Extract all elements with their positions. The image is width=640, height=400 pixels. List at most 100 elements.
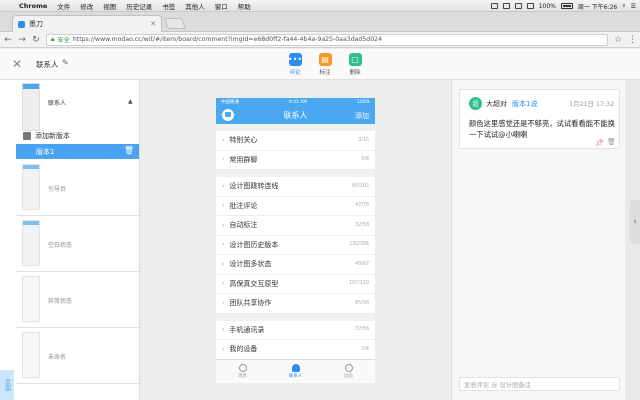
- contact-group: › 特别关心 3/15 › 常用群聊 0/8: [216, 131, 375, 170]
- page-label: 空白状态: [48, 242, 73, 249]
- comment-author: 大超对: [486, 100, 507, 108]
- chevron-right-icon: ›: [222, 345, 225, 353]
- contact-group: › 设计图跳转连线 65/102 › 批注评论 47/76 › 自动标注 32/…: [216, 177, 375, 314]
- new-tab-button[interactable]: [163, 18, 187, 29]
- group-count: 0/8: [361, 157, 369, 163]
- forward-arrow-icon[interactable]: →: [18, 35, 26, 45]
- chevron-right-icon[interactable]: ›: [630, 200, 640, 244]
- contact-group-row: › 批注评论 47/76: [216, 197, 375, 216]
- group-count: 32/58: [355, 222, 369, 228]
- tool-comment[interactable]: ••• 评论: [282, 53, 308, 76]
- phone-add-button: 添加: [355, 112, 369, 120]
- pages-side-tab[interactable]: 页面: [0, 370, 14, 400]
- page-list-item[interactable]: 异常状态: [16, 272, 139, 328]
- close-tab-icon[interactable]: ✕: [150, 20, 156, 28]
- trash-icon[interactable]: 🗑︎: [124, 146, 134, 155]
- volume-icon[interactable]: [526, 3, 534, 9]
- pin-icon[interactable]: 📌︎: [595, 139, 604, 147]
- comment-text: 颜色这里感觉还是不够亮，试试看看能不能换一下试试@小喇喇: [469, 119, 615, 139]
- page-list-item[interactable]: 空白状态: [16, 216, 139, 272]
- phone-tab-moments: 动态: [322, 360, 375, 383]
- star-icon: [344, 364, 353, 372]
- contact-group-row: › 设计图跳转连线 65/102: [216, 177, 375, 197]
- chevron-right-icon: ›: [222, 280, 225, 288]
- edit-icon[interactable]: ✎: [62, 58, 69, 67]
- page-list-item[interactable]: 未命名: [16, 328, 139, 384]
- chevron-right-icon: ›: [222, 326, 225, 334]
- battery-percent: 100%: [538, 2, 556, 10]
- menu-item[interactable]: 文件: [52, 1, 75, 11]
- group-label: 设计图历史版本: [229, 240, 279, 249]
- phone-tab-bar: 消息 联系人 动态: [216, 359, 375, 383]
- menu-app-name[interactable]: Chrome: [14, 2, 52, 10]
- menu-item[interactable]: 帮助: [233, 1, 256, 11]
- screen-icon[interactable]: [490, 3, 498, 9]
- comment-time: 1月21日 17:32: [569, 101, 614, 108]
- url-input[interactable]: 🔒︎ 安全 https://www.modao.cc/wit/#/item/bo…: [46, 33, 608, 46]
- chevron-right-icon: ›: [222, 260, 225, 268]
- page-thumbnail: [22, 332, 40, 378]
- avatar: 超: [469, 97, 482, 110]
- menu-item[interactable]: 窗口: [210, 1, 233, 11]
- menu-item[interactable]: 其他人: [180, 1, 210, 11]
- contact-group-row: › 常用群聊 0/8: [216, 151, 375, 170]
- page-thumbnail[interactable]: [22, 83, 40, 131]
- version-label: 版本1: [36, 147, 55, 156]
- comment-input[interactable]: 发表评论 @ 设计图备注: [459, 377, 620, 391]
- star-icon[interactable]: ☆: [614, 35, 622, 45]
- tool-annotate[interactable]: ▤ 标注: [312, 53, 338, 76]
- contact-group-row: › 高保真交互原型 107/120: [216, 275, 375, 294]
- page-thumbnail: [22, 276, 40, 322]
- battery-icon[interactable]: [560, 3, 573, 9]
- version-row-selected[interactable]: 版本1 🗑︎: [16, 144, 139, 159]
- project-name[interactable]: 联系人: [36, 59, 59, 70]
- app-header: ✕ 联系人 ✎ ••• 评论 ▤ 标注 ▢ 删除: [0, 49, 640, 80]
- add-version-label: 添加新版本: [35, 132, 70, 140]
- menu-item[interactable]: 视图: [98, 1, 121, 11]
- comment-card[interactable]: 超 大超对 版本1说 1月21日 17:32 颜色这里感觉还是不够亮，试试看看能…: [459, 89, 620, 149]
- back-arrow-icon[interactable]: ←: [4, 35, 12, 45]
- caret-up-icon[interactable]: ▲: [128, 98, 133, 105]
- reload-icon[interactable]: ↻: [32, 35, 40, 45]
- lock-icon: 🔒︎: [51, 35, 55, 43]
- menu-item[interactable]: 修改: [75, 1, 98, 11]
- chevron-right-icon: ›: [222, 182, 225, 190]
- group-count: 65/102: [352, 183, 369, 189]
- list-icon[interactable]: ☰: [631, 3, 636, 10]
- group-label: 设计图跳转连线: [229, 182, 279, 191]
- menu-item[interactable]: 书签: [157, 1, 180, 11]
- secure-label: 安全: [57, 37, 70, 44]
- more-vert-icon[interactable]: ⋮: [628, 35, 637, 45]
- tool-label: 标注: [319, 70, 331, 76]
- comment-icon: •••: [287, 53, 303, 66]
- search-icon[interactable]: ⌕: [622, 2, 625, 10]
- phone-mockup[interactable]: 中国联通 9:41 AM 100% 联系人 添加 › 特别关心 3/15 › 常…: [216, 98, 375, 383]
- group-label: 自动标注: [229, 221, 258, 230]
- url-text[interactable]: https://www.modao.cc/wit/#/item/board/co…: [73, 36, 382, 43]
- group-count: 3/4: [361, 346, 369, 352]
- contact-group-row: › 特别关心 3/15: [216, 131, 375, 151]
- close-icon[interactable]: ✕: [12, 57, 22, 71]
- menu-clock[interactable]: 周一 下午6:26: [578, 2, 617, 11]
- contact-group-row: › 设计图历史版本 230/306: [216, 236, 375, 255]
- group-label: 高保真交互原型: [229, 279, 279, 288]
- trash-icon[interactable]: 🗑︎: [607, 138, 616, 146]
- chevron-right-icon: ›: [222, 299, 225, 307]
- add-version-button[interactable]: 添加新版本: [23, 131, 70, 141]
- wifi-icon[interactable]: [514, 3, 522, 9]
- contact-group-row: › 自动标注 32/58: [216, 216, 375, 236]
- tool-delete[interactable]: ▢ 删除: [342, 53, 368, 76]
- person-icon: [291, 364, 300, 372]
- contact-group: › 手机通讯录 37/56 › 我的设备 3/4: [216, 320, 375, 360]
- menu-status-area: 100% 周一 下午6:26 ⌕ ☰: [490, 0, 636, 12]
- menu-item[interactable]: 历史记录: [121, 1, 157, 11]
- clock-icon[interactable]: [502, 3, 510, 9]
- page-thumbnail: [22, 220, 40, 266]
- page-title[interactable]: 联系人: [48, 98, 66, 107]
- page-list-item[interactable]: 引导页: [16, 160, 139, 216]
- phone-tab-label: 消息: [238, 374, 247, 379]
- chevron-right-icon: ›: [222, 221, 225, 229]
- group-count: 85/98: [355, 300, 369, 306]
- page-label: 未命名: [48, 354, 67, 361]
- browser-tab[interactable]: 墨刀 ✕: [12, 15, 162, 32]
